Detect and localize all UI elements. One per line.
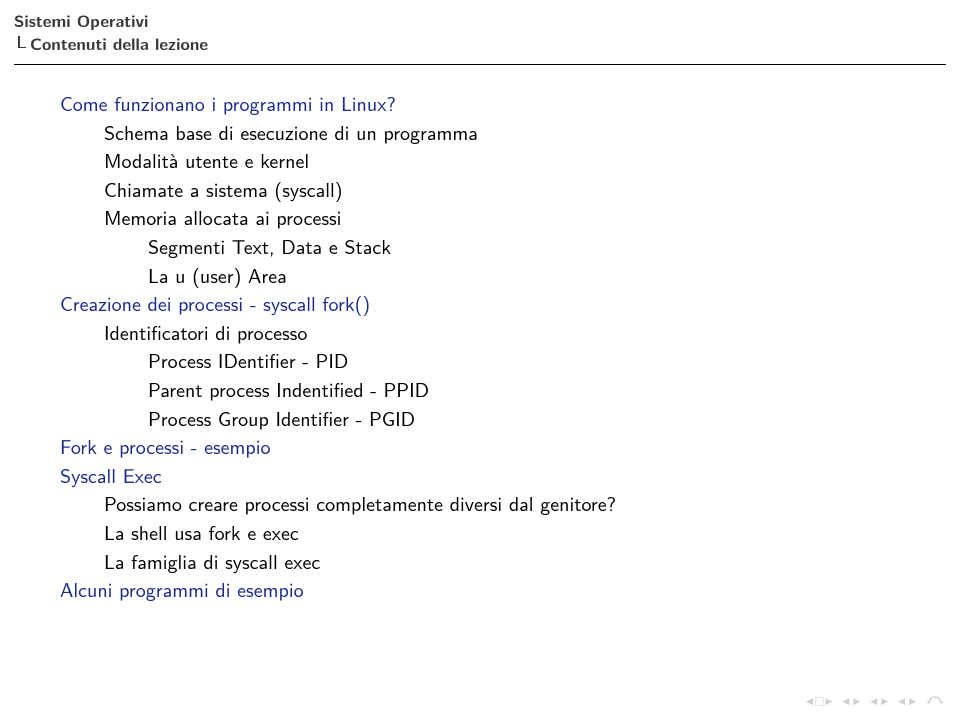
outline-item-l1: Alcuni programmi di esempio	[60, 576, 920, 605]
outline-item-l1: Creazione dei processi - syscall fork()	[60, 290, 920, 319]
nav-prev-section-icon[interactable]: ◀	[870, 697, 877, 706]
outline-item-l3: Process Group Identifier - PGID	[148, 405, 920, 434]
outline-content: Come funzionano i programmi in Linux? Sc…	[60, 90, 920, 605]
outline-item-l3: Parent process Indentified - PPID	[148, 376, 920, 405]
outline-item-l3: La u (user) Area	[148, 262, 920, 291]
outline-item-l1: Come funzionano i programmi in Linux?	[60, 90, 920, 119]
nav-prev-subsection-icon[interactable]: ◀	[898, 697, 905, 706]
outline-item-l1: Syscall Exec	[60, 462, 920, 491]
outline-item-l2: Identificatori di processo	[104, 319, 920, 348]
nav-next-slide-icon[interactable]: ▶	[826, 697, 833, 706]
outline-item-l2: Memoria allocata ai processi	[104, 204, 920, 233]
header-section-title: Contenuti della lezione	[30, 33, 208, 56]
nav-prev-frame-icon[interactable]: ◀	[842, 697, 849, 706]
nav-slide-icon[interactable]: □	[815, 694, 823, 708]
nav-next-section-icon[interactable]: ▶	[881, 697, 888, 706]
outline-item-l2: La famiglia di syscall exec	[104, 548, 920, 577]
header-rule	[14, 64, 946, 65]
nav-group-slide: ◀ □ ▶	[806, 694, 832, 708]
nav-next-subsection-icon[interactable]: ▶	[909, 697, 916, 706]
outline-item-l1: Fork e processi - esempio	[60, 433, 920, 462]
slide: Sistemi Operativi Contenuti della lezion…	[0, 0, 960, 719]
slide-header: Sistemi Operativi Contenuti della lezion…	[14, 10, 208, 56]
outline-item-l2: La shell usa fork e exec	[104, 519, 920, 548]
outline-item-l2: Chiamate a sistema (syscall)	[104, 176, 920, 205]
nav-next-frame-icon[interactable]: ▶	[853, 697, 860, 706]
beamer-nav-footer: ◀ □ ▶ ◀ ▶ ◀ ▶ ◀	[806, 693, 944, 709]
nav-group-subsection: ◀ ▶	[898, 694, 916, 708]
header-course-title: Sistemi Operativi	[14, 10, 208, 33]
outline-item-l3: Segmenti Text, Data e Stack	[148, 233, 920, 262]
outline-item-l2: Modalità utente e kernel	[104, 147, 920, 176]
outline-item-l2: Possiamo creare processi completamente d…	[104, 490, 920, 519]
nav-group-section: ◀ ▶	[870, 694, 888, 708]
outline-item-l3: Process IDentifier - PID	[148, 347, 920, 376]
nav-group-frame: ◀ ▶	[842, 694, 860, 708]
corner-icon	[14, 36, 26, 52]
outline-item-l2: Schema base di esecuzione di un programm…	[104, 119, 920, 148]
nav-prev-slide-icon[interactable]: ◀	[806, 697, 813, 706]
nav-back-forward-icon[interactable]	[926, 693, 944, 709]
header-section-row: Contenuti della lezione	[14, 33, 208, 56]
